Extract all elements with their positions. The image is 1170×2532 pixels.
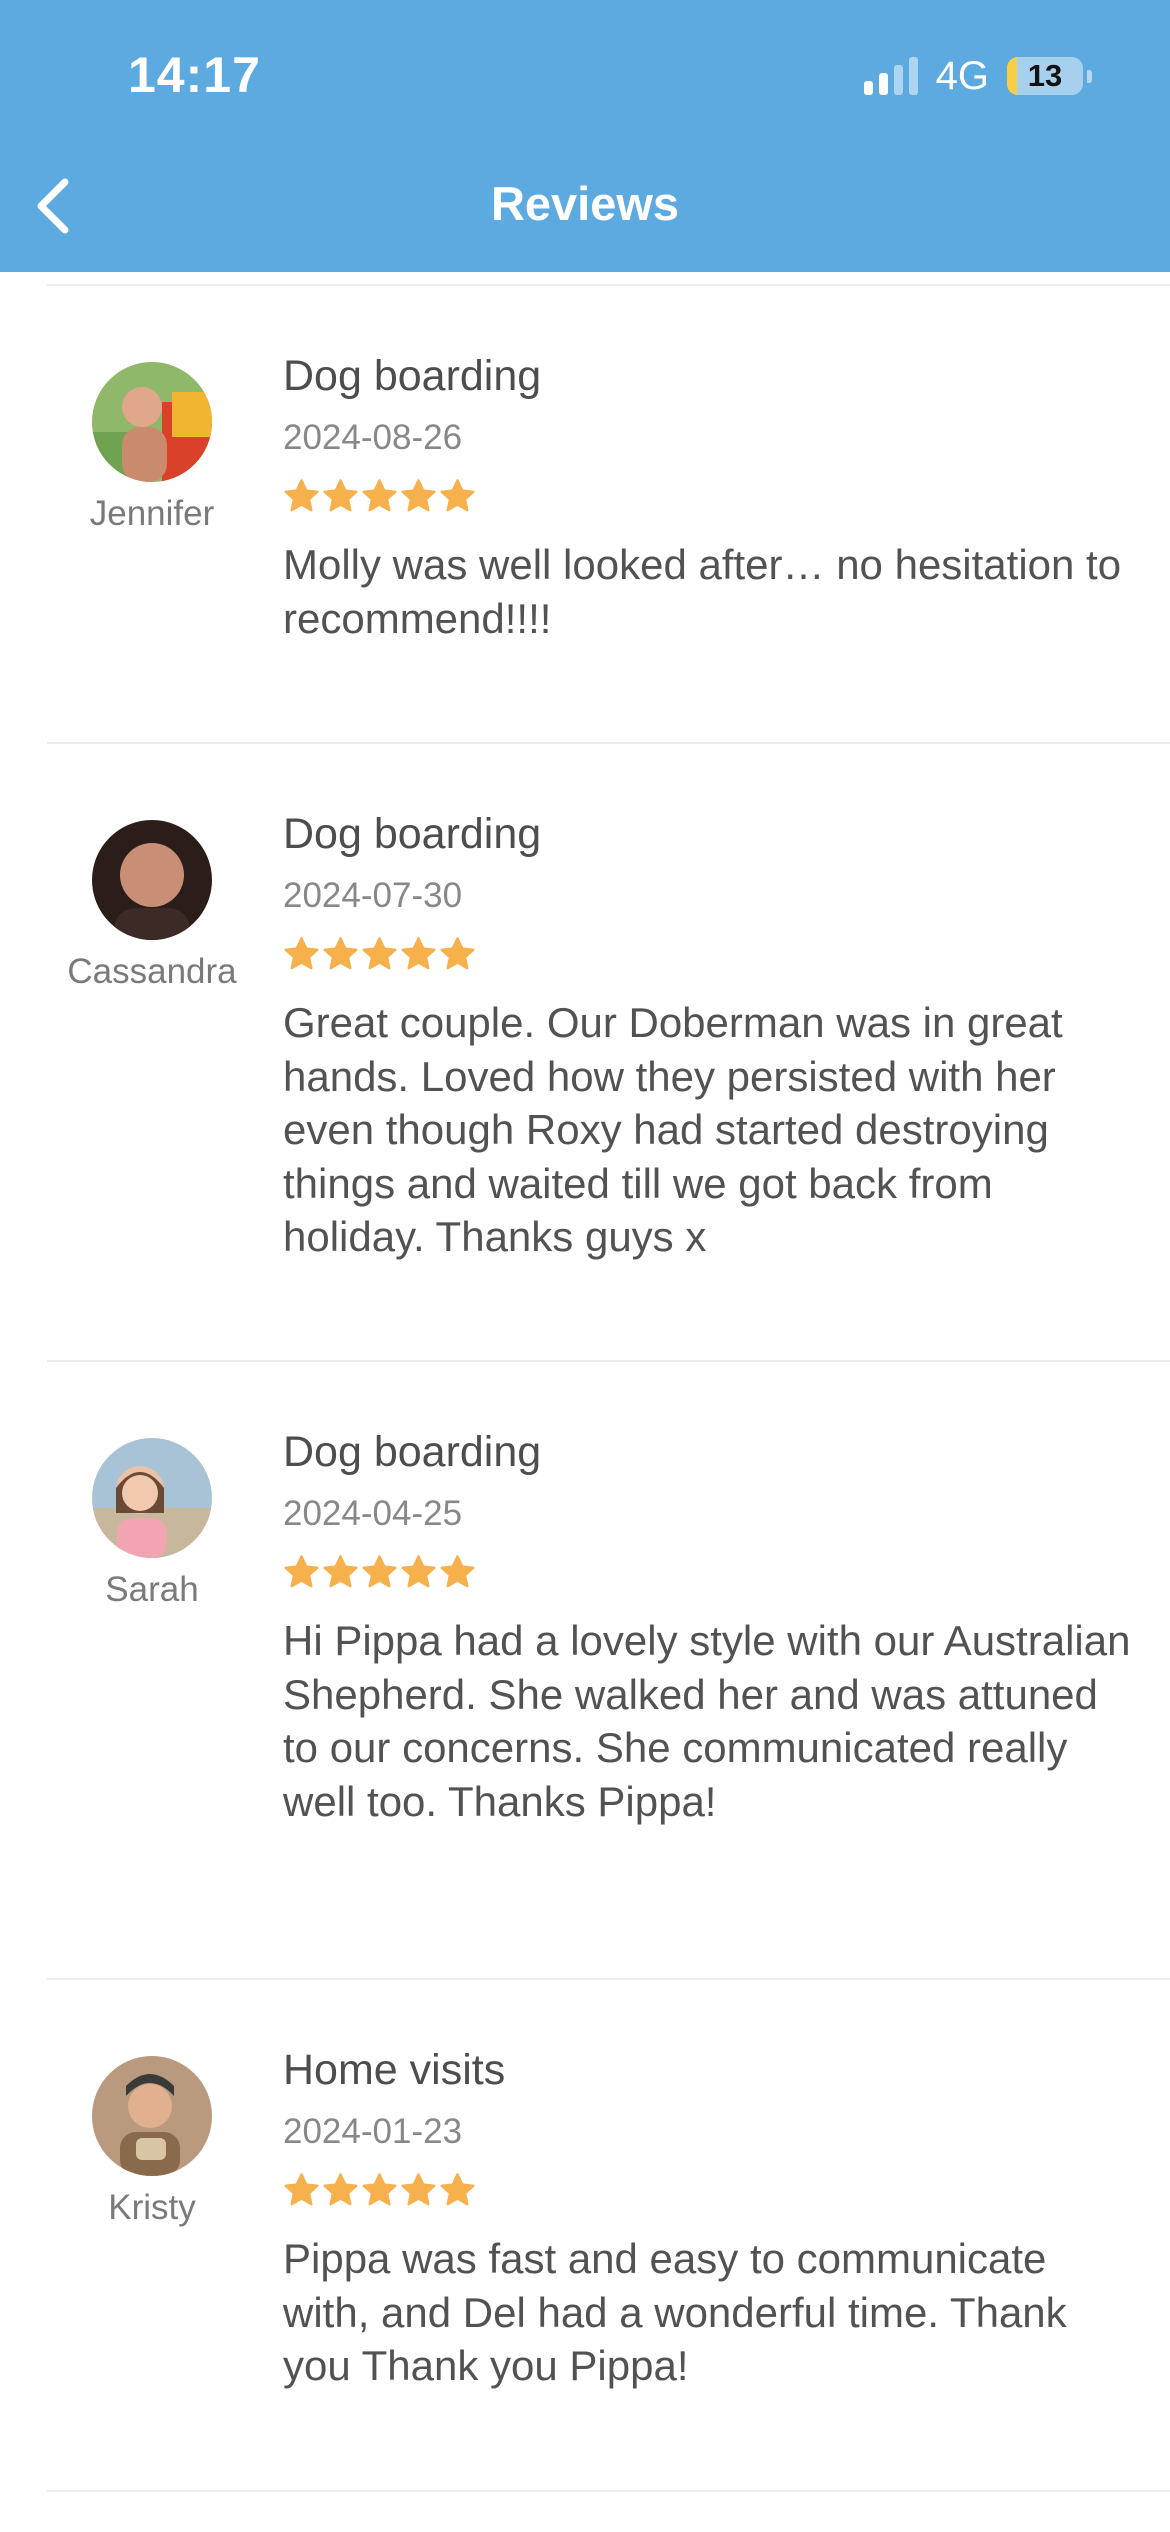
star-icon: [323, 2173, 358, 2206]
reviewer-name: Cassandra: [67, 952, 237, 991]
star-icon: [362, 2173, 397, 2206]
divider: [47, 2490, 1170, 2492]
battery-level: 13: [1027, 58, 1063, 93]
review-content: Dog boarding 2024-08-26 Molly was well l…: [283, 350, 1133, 645]
star-icon: [323, 1555, 358, 1588]
review-date: 2024-08-26: [283, 418, 463, 457]
review-date: 2024-04-25: [283, 1494, 463, 1533]
avatar: [92, 820, 212, 940]
service-type: Home visits: [283, 2046, 506, 2094]
star-icon: [323, 937, 358, 970]
star-icon: [401, 1555, 436, 1588]
review-content: Dog boarding 2024-04-25 Hi Pippa had a l…: [283, 1426, 1133, 1828]
divider: [47, 1360, 1170, 1362]
star-icon: [440, 1555, 475, 1588]
star-rating: [283, 936, 1133, 974]
status-time: 14:17: [128, 47, 261, 103]
reviewer-name: Kristy: [108, 2188, 196, 2227]
divider: [47, 284, 1170, 286]
review-date: 2024-01-23: [283, 2112, 463, 2151]
star-icon: [362, 937, 397, 970]
reviewer-name: Jennifer: [89, 494, 215, 533]
avatar: [92, 2056, 212, 2176]
star-icon: [362, 1555, 397, 1588]
battery-icon: 13: [1007, 57, 1083, 95]
star-icon: [362, 479, 397, 512]
star-icon: [284, 937, 319, 970]
star-icon: [284, 2173, 319, 2206]
avatar: [92, 1438, 212, 1558]
star-rating: [283, 2172, 1133, 2210]
divider: [47, 1978, 1170, 1980]
reviewer-name: Sarah: [105, 1570, 199, 1609]
review-text: Great couple. Our Doberman was in great …: [283, 999, 1063, 1260]
star-icon: [323, 479, 358, 512]
star-rating: [283, 478, 1133, 516]
star-rating: [283, 1554, 1133, 1592]
review-date: 2024-07-30: [283, 876, 463, 915]
battery-tip: [1087, 69, 1092, 83]
avatar: [92, 362, 212, 482]
reviewer[interactable]: Jennifer: [40, 362, 264, 536]
network-type: 4G: [935, 53, 989, 98]
star-icon: [284, 1555, 319, 1588]
signal-icon: [863, 57, 918, 95]
star-icon: [440, 937, 475, 970]
divider: [47, 742, 1170, 744]
app-header: 14:17 4G 13 Reviews: [0, 0, 1170, 272]
star-icon: [440, 2173, 475, 2206]
service-type: Dog boarding: [283, 1428, 542, 1476]
review-text: Pippa was fast and easy to communicate w…: [283, 2235, 1067, 2389]
star-icon: [440, 479, 475, 512]
star-icon: [284, 479, 319, 512]
star-icon: [401, 937, 436, 970]
star-icon: [401, 2173, 436, 2206]
review-content: Dog boarding 2024-07-30 Great couple. Ou…: [283, 808, 1133, 1264]
service-type: Dog boarding: [283, 810, 542, 858]
reviewer[interactable]: Sarah: [40, 1438, 264, 1612]
star-icon: [401, 479, 436, 512]
status-indicators: 4G 13: [863, 53, 1092, 98]
reviewer[interactable]: Cassandra: [40, 820, 264, 994]
service-type: Dog boarding: [283, 352, 542, 400]
page-title: Reviews: [490, 177, 680, 230]
reviewer[interactable]: Kristy: [40, 2056, 264, 2230]
review-text: Molly was well looked after… no hesitati…: [283, 541, 1122, 642]
review-content: Home visits 2024-01-23 Pippa was fast an…: [283, 2044, 1133, 2393]
review-text: Hi Pippa had a lovely style with our Aus…: [283, 1617, 1131, 1825]
